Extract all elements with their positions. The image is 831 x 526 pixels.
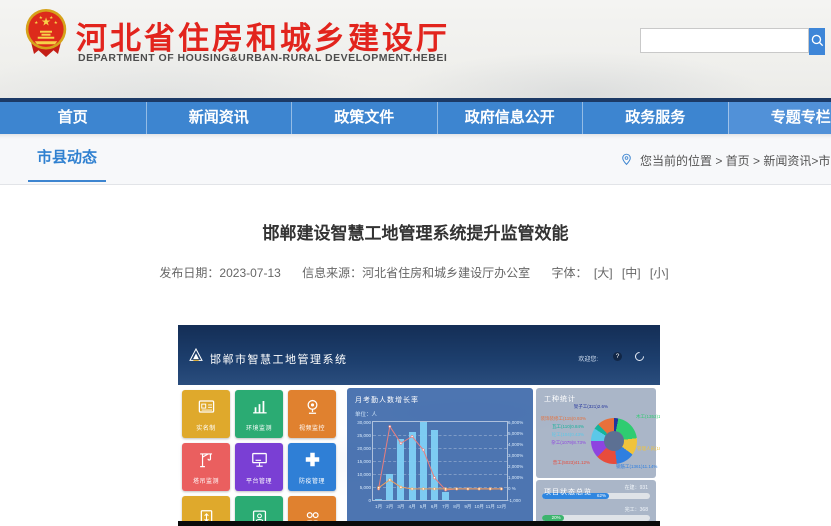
- status-percent: 62%: [596, 493, 606, 498]
- y-axis-left-tick: 5,000: [359, 484, 371, 490]
- dashboard-header: 邯郸市智慧工地管理系统 欢迎您: ?: [178, 325, 660, 385]
- attendance-chart-title: 月考勤人数增长率: [355, 397, 419, 404]
- dashboard-tile-grid: 实名制 环境监测 视频监控塔吊监测 平台管理 防疫管理: [182, 390, 336, 526]
- camera-icon: [303, 397, 322, 421]
- nav-item-5[interactable]: 政务服务: [582, 102, 728, 134]
- status-row-label: 完工：368: [624, 507, 648, 513]
- nav-item-6[interactable]: 专题专栏: [727, 102, 831, 134]
- y-axis-right-tick: 1,000%: [508, 475, 524, 481]
- search-icon: [810, 33, 825, 51]
- donut-label: 普工(5023)41.12%: [552, 460, 590, 465]
- tile-medical-cross: 防疫管理: [288, 443, 336, 491]
- search-box: [640, 28, 825, 55]
- tile-label: 实名制: [196, 425, 216, 432]
- y-axis-left-tick: 30,000: [357, 419, 371, 425]
- donut-label: 瓦工(110)0.84%: [552, 424, 584, 429]
- dashboard-bottom-strip: [178, 521, 660, 526]
- growth-rate-lines: [373, 422, 507, 500]
- x-axis-tick: 12月: [496, 504, 507, 509]
- project-status-panel: 在建：931 62% 完工：368 20% 项目状态总览: [536, 480, 656, 526]
- dashboard-title: 邯郸市智慧工地管理系统: [210, 354, 348, 366]
- main-nav: 首页 新闻资讯 政策文件 政府信息公开 政务服务 专题专栏: [0, 98, 831, 134]
- tile-label: 平台管理: [245, 478, 272, 485]
- y-axis-left-tick: 10,000: [357, 471, 371, 477]
- site-subtitle: DEPARTMENT OF HOUSING&URBAN-RURAL DEVELO…: [78, 52, 448, 64]
- y-axis-right-tick: 4,000%: [508, 441, 524, 447]
- svg-text:★: ★: [54, 20, 58, 25]
- donut-label: 砼工(104)0.43%: [551, 432, 584, 437]
- logout-icon: [633, 350, 646, 363]
- breadcrumb[interactable]: 您当前的位置 > 首页 > 新闻资讯>市县动态: [620, 152, 831, 169]
- publish-date-label: 发布日期：: [159, 266, 220, 280]
- tile-monitor: 平台管理: [235, 443, 283, 491]
- attendance-chart-unit: 单位：人: [355, 412, 378, 418]
- project-status-title: 项目状态总览: [544, 489, 592, 496]
- nav-item-1[interactable]: 首页: [0, 102, 146, 134]
- font-size-small-button[interactable]: [小]: [650, 266, 669, 280]
- font-size-large-button[interactable]: [大]: [594, 266, 613, 280]
- y-axis-right-tick: -1,000: [508, 497, 521, 503]
- search-button[interactable]: [809, 28, 825, 55]
- tile-camera: 视频监控: [288, 390, 336, 438]
- section-bar: 市县动态 您当前的位置 > 首页 > 新闻资讯>市县动态: [0, 134, 831, 185]
- y-axis-left-tick: 20,000: [357, 445, 371, 451]
- source-label: 信息来源：: [302, 266, 363, 280]
- font-size-label: 字体：: [551, 266, 588, 280]
- national-emblem-icon: ★ ★ ★ ★ ★: [22, 6, 70, 65]
- dashboard-welcome-text: 欢迎您:: [578, 357, 598, 363]
- source-value: 河北省住房和城乡建设厅办公室: [362, 266, 531, 280]
- worker-donut-labels: 架子工(321)2.6% 木工(1353)11.07% 管理人员(1807)14.7…: [536, 388, 660, 478]
- dashboard-logo-icon: [188, 347, 204, 368]
- location-pin-icon: [620, 153, 633, 169]
- nav-item-2[interactable]: 新闻资讯: [145, 102, 292, 134]
- tile-label: 环境监测: [245, 425, 272, 432]
- y-axis-right-tick: 2,000%: [508, 464, 524, 470]
- help-icon: ?: [613, 352, 622, 361]
- medical-cross-icon: [303, 450, 322, 474]
- status-row-2: 完工：368 20%: [542, 506, 650, 521]
- donut-label: 杂工(1079)8.73%: [551, 440, 586, 445]
- donut-label: 木工(1353)11.07%: [636, 414, 660, 419]
- attendance-plot: 30,000 25,000 20,000 15,000 10,000 5,000 0 6,00…: [357, 420, 523, 510]
- search-input[interactable]: [640, 28, 809, 53]
- donut-label: 装饰装修工(115)0.93%: [540, 416, 586, 421]
- article-title: 邯郸建设智慧工地管理系统提升监管效能: [262, 224, 569, 243]
- y-axis-right-tick: 3,000%: [508, 452, 524, 458]
- nav-item-4[interactable]: 政府信息公开: [436, 102, 583, 134]
- monitor-icon: [250, 450, 269, 474]
- site-header: ★ ★ ★ ★ ★ 河北省住房和城乡建设厅 DEPARTMENT OF HOUS…: [0, 0, 831, 98]
- donut-label: 管理人员(1807)14.79%: [637, 446, 660, 451]
- bar-chart-icon: [250, 397, 269, 421]
- crane-icon: [197, 450, 216, 474]
- section-title-tab[interactable]: 市县动态: [28, 146, 107, 182]
- y-axis-left-tick: 0: [368, 497, 371, 503]
- donut-label: 钢筋工(1361)11.14%: [616, 464, 658, 469]
- donut-label: 架子工(321)2.6%: [573, 404, 608, 409]
- tile-bar-chart: 环境监测: [235, 390, 283, 438]
- tile-label: 防疫管理: [298, 478, 325, 485]
- worker-stats-panel: 工种统计 架子工(321)2.6%木工(1353)11.07%管理人员(1807…: [536, 388, 660, 478]
- y-axis-left-tick: 25,000: [357, 432, 371, 438]
- font-size-medium-button[interactable]: [中]: [622, 266, 641, 280]
- svg-text:★: ★: [49, 15, 53, 20]
- tile-crane: 塔吊监测: [182, 443, 230, 491]
- tile-label: 塔吊监测: [192, 478, 219, 485]
- y-axis-left-tick: 15,000: [357, 458, 371, 464]
- id-card-icon: [197, 397, 216, 421]
- publish-date: 2023-07-13: [219, 266, 281, 280]
- y-axis-right-tick: 5,000%: [508, 430, 524, 436]
- article-image-dashboard: 邯郸市智慧工地管理系统 欢迎您: ? 实名制 环境监测 视频监控塔吊监测 平台管理 防疫…: [178, 325, 660, 526]
- nav-item-3[interactable]: 政策文件: [291, 102, 437, 134]
- breadcrumb-text: 您当前的位置 > 首页 > 新闻资讯>市县动态: [640, 154, 831, 168]
- attendance-chart-panel: 月考勤人数增长率 单位：人 30,000 25,000 20,000 15,000 10…: [347, 388, 533, 526]
- article-meta: 发布日期：2023-07-13 信息来源：河北省住房和城乡建设厅办公室 字体： …: [0, 264, 831, 281]
- tile-id-card: 实名制: [182, 390, 230, 438]
- y-axis-right-tick: 6,000%: [508, 419, 524, 425]
- svg-text:★: ★: [39, 15, 43, 20]
- tile-label: 视频监控: [298, 425, 325, 432]
- y-axis-right-tick: 0 %: [508, 486, 516, 492]
- svg-text:★: ★: [34, 20, 38, 25]
